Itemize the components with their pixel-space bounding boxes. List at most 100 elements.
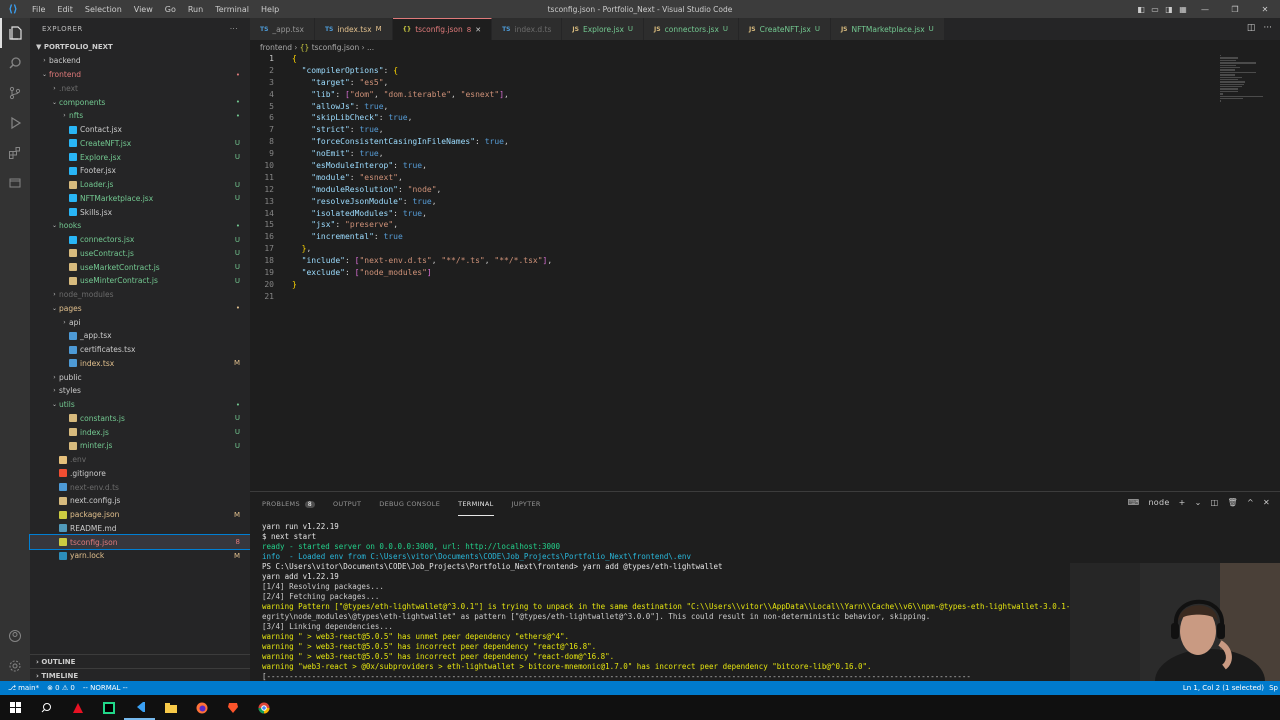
- explorer-icon[interactable]: [0, 18, 30, 48]
- cursor-position[interactable]: Ln 1, Col 2 (1 selected): [1183, 684, 1264, 692]
- minimap[interactable]: [1220, 54, 1266, 102]
- tab-connectors-jsx[interactable]: JS connectors.jsx U: [644, 18, 740, 40]
- taskbar-search-icon[interactable]: [31, 695, 62, 720]
- file-env[interactable]: .env: [30, 453, 250, 467]
- terminal-output[interactable]: yarn run v1.22.19 $ next start ready - sta…: [262, 522, 1072, 682]
- workspace-root[interactable]: ▼ PORTFOLIO_NEXT: [30, 40, 250, 54]
- folder-node-modules[interactable]: › node_modules: [30, 288, 250, 302]
- file-next-env-d-ts[interactable]: next-env.d.ts: [30, 480, 250, 494]
- taskbar-firefox-icon[interactable]: [186, 695, 217, 720]
- file-yarn-lock[interactable]: yarn.lock M: [30, 549, 250, 563]
- tab-problems[interactable]: PROBLEMS 8: [262, 492, 315, 516]
- menu-file[interactable]: File: [26, 5, 51, 14]
- code-line[interactable]: 6 "skipLibCheck": true,: [250, 113, 1210, 125]
- file-nftmarketplace-jsx[interactable]: NFTMarketplace.jsx U: [30, 192, 250, 206]
- tab-jupyter[interactable]: JUPYTER: [512, 492, 541, 516]
- split-terminal-icon[interactable]: ◫: [1211, 498, 1219, 507]
- file-index-js[interactable]: index.js U: [30, 425, 250, 439]
- run-debug-icon[interactable]: [0, 108, 30, 138]
- folder-api[interactable]: › api: [30, 315, 250, 329]
- tab-nftmarketplace-jsx[interactable]: JS NFTMarketplace.jsx U: [830, 18, 945, 40]
- file-tsconfig-json[interactable]: tsconfig.json 8: [29, 534, 251, 550]
- file-usemarketcontract-js[interactable]: useMarketContract.js U: [30, 260, 250, 274]
- folder-nfts[interactable]: › nfts •: [30, 109, 250, 123]
- menu-run[interactable]: Run: [182, 5, 209, 14]
- terminal-name[interactable]: node: [1148, 498, 1169, 507]
- file-package-json[interactable]: package.json M: [30, 508, 250, 522]
- file-next-config-js[interactable]: next.config.js: [30, 494, 250, 508]
- file-readme-md[interactable]: README.md: [30, 522, 250, 536]
- source-control-icon[interactable]: [0, 78, 30, 108]
- code-line[interactable]: 8 "forceConsistentCasingInFileNames": tr…: [250, 137, 1210, 149]
- code-line[interactable]: 1{: [250, 54, 1210, 66]
- code-line[interactable]: 21: [250, 292, 1210, 304]
- taskbar-app-red-icon[interactable]: [62, 695, 93, 720]
- folder-hooks[interactable]: ⌄ hooks •: [30, 219, 250, 233]
- code-line[interactable]: 17 },: [250, 244, 1210, 256]
- maximize-panel-icon[interactable]: ^: [1247, 498, 1254, 507]
- file-skills-jsx[interactable]: Skills.jsx: [30, 205, 250, 219]
- file-loader-js[interactable]: Loader.js U: [30, 178, 250, 192]
- menu-edit[interactable]: Edit: [51, 5, 79, 14]
- code-line[interactable]: 15 "jsx": "preserve",: [250, 220, 1210, 232]
- menu-help[interactable]: Help: [255, 5, 285, 14]
- extensions-icon[interactable]: [0, 138, 30, 168]
- file-createnft-jsx[interactable]: CreateNFT.jsx U: [30, 137, 250, 151]
- code-line[interactable]: 13 "resolveJsonModule": true,: [250, 197, 1210, 209]
- taskbar-chrome-icon[interactable]: [248, 695, 279, 720]
- code-line[interactable]: 20}: [250, 280, 1210, 292]
- more-actions-icon[interactable]: ···: [230, 25, 238, 33]
- code-line[interactable]: 2 "compilerOptions": {: [250, 66, 1210, 78]
- file-contact-jsx[interactable]: Contact.jsx: [30, 123, 250, 137]
- restore-button[interactable]: ❐: [1220, 5, 1250, 14]
- folder-next[interactable]: › .next: [30, 82, 250, 96]
- code-line[interactable]: 19 "exclude": ["node_modules"]: [250, 268, 1210, 280]
- new-terminal-icon[interactable]: +: [1179, 498, 1186, 507]
- menu-view[interactable]: View: [128, 5, 159, 14]
- tab-tsconfig-json[interactable]: {} tsconfig.json 8 ✕: [392, 18, 493, 40]
- indentation-status[interactable]: Sp: [1269, 684, 1278, 692]
- file-connectors-jsx[interactable]: connectors.jsx U: [30, 233, 250, 247]
- folder-backend[interactable]: › backend: [30, 54, 250, 68]
- code-line[interactable]: 5 "allowJs": true,: [250, 102, 1210, 114]
- file-gitignore[interactable]: .gitignore: [30, 467, 250, 481]
- tab-index-d-ts[interactable]: TS index.d.ts: [492, 18, 563, 40]
- account-icon[interactable]: [0, 621, 30, 651]
- toggle-sidebar-icon[interactable]: ◧: [1134, 5, 1148, 14]
- file-footer-jsx[interactable]: Footer.jsx: [30, 164, 250, 178]
- code-line[interactable]: 3 "target": "es5",: [250, 78, 1210, 90]
- breadcrumb-file[interactable]: tsconfig.json: [312, 43, 360, 52]
- menu-go[interactable]: Go: [159, 5, 182, 14]
- search-icon[interactable]: [0, 48, 30, 78]
- chevron-down-icon[interactable]: ⌄: [1195, 498, 1202, 507]
- file-usemintercontract-js[interactable]: useMinterContract.js U: [30, 274, 250, 288]
- file-minter-js[interactable]: minter.js U: [30, 439, 250, 453]
- code-line[interactable]: 16 "incremental": true: [250, 232, 1210, 244]
- tab-terminal[interactable]: TERMINAL: [458, 492, 494, 516]
- breadcrumb-folder[interactable]: frontend: [260, 43, 292, 52]
- folder-styles[interactable]: › styles: [30, 384, 250, 398]
- file-constants-js[interactable]: constants.js U: [30, 412, 250, 426]
- timeline-section[interactable]: › TIMELINE: [30, 668, 250, 682]
- more-actions-icon[interactable]: ···: [1263, 23, 1272, 33]
- folder-utils[interactable]: ⌄ utils •: [30, 398, 250, 412]
- breadcrumb-symbol[interactable]: ...: [367, 43, 374, 52]
- tab-createnft-jsx[interactable]: JS CreateNFT.jsx U: [739, 18, 831, 40]
- tab-explore-jsx[interactable]: JS Explore.jsx U: [562, 18, 645, 40]
- toggle-secondary-sidebar-icon[interactable]: ◨: [1162, 5, 1176, 14]
- taskbar-vscode-icon[interactable]: [124, 695, 155, 720]
- file-app-tsx[interactable]: _app.tsx: [30, 329, 250, 343]
- settings-gear-icon[interactable]: [0, 651, 30, 681]
- code-line[interactable]: 4 "lib": ["dom", "dom.iterable", "esnext…: [250, 90, 1210, 102]
- tab-debug-console[interactable]: DEBUG CONSOLE: [379, 492, 440, 516]
- code-line[interactable]: 11 "module": "esnext",: [250, 173, 1210, 185]
- taskbar-file-explorer-icon[interactable]: [155, 695, 186, 720]
- file-certificates-tsx[interactable]: certificates.tsx: [30, 343, 250, 357]
- folder-public[interactable]: › public: [30, 370, 250, 384]
- kill-terminal-icon[interactable]: 🗑: [1228, 498, 1238, 507]
- customize-layout-icon[interactable]: ▦: [1176, 5, 1190, 14]
- code-line[interactable]: 18 "include": ["next-env.d.ts", "**/*.ts…: [250, 256, 1210, 268]
- folder-pages[interactable]: ⌄ pages •: [30, 302, 250, 316]
- minimize-button[interactable]: —: [1190, 5, 1220, 14]
- menu-selection[interactable]: Selection: [79, 5, 128, 14]
